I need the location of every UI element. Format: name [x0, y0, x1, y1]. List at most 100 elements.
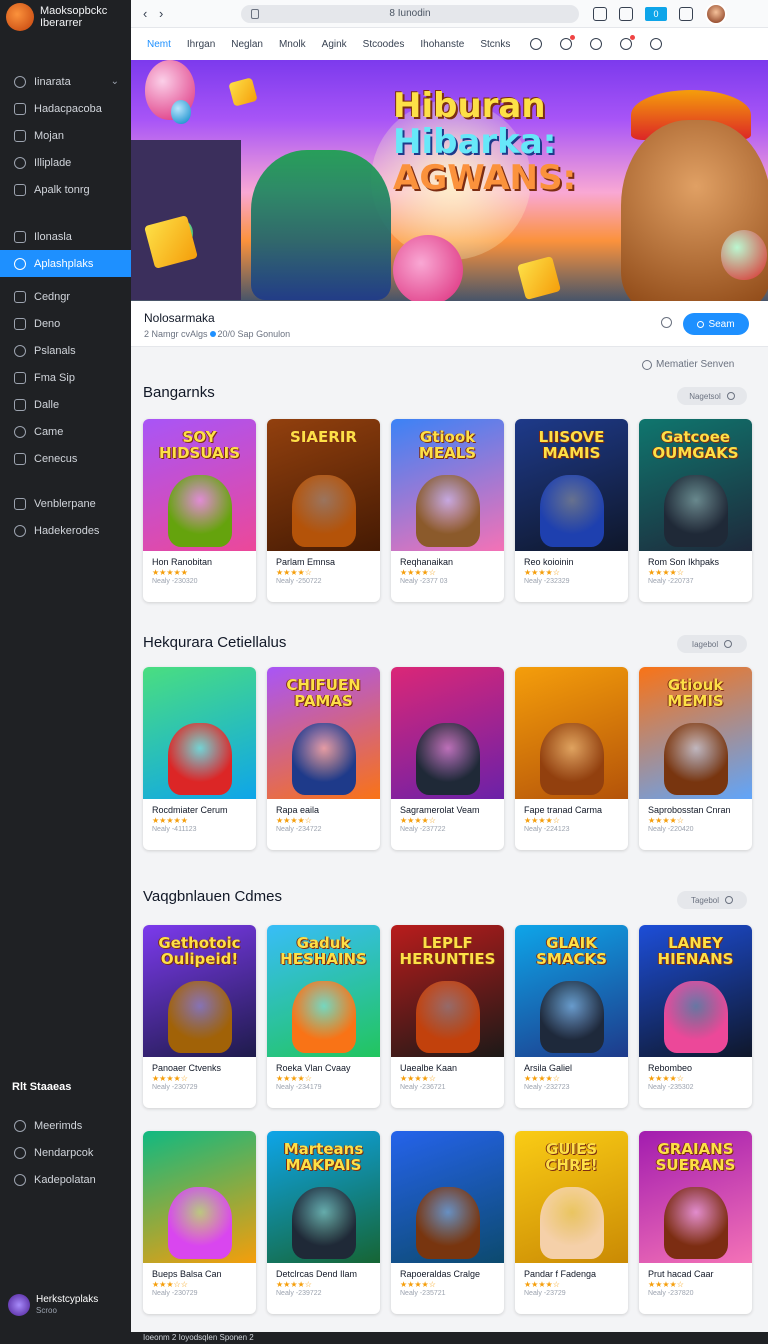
bars-icon: [14, 156, 26, 169]
window-icon[interactable]: [679, 6, 693, 21]
sidebar-item-4[interactable]: Apalk tonrg: [0, 176, 131, 203]
sidebar-item-6[interactable]: Aplashplaks: [0, 250, 131, 277]
game-card[interactable]: CHIFUEN PAMAS Rapa eaila ★★★★☆ Nealy -23472…: [267, 667, 380, 850]
tab-6[interactable]: Ihohanste: [412, 28, 472, 60]
tab-5[interactable]: Stcoodes: [355, 28, 413, 60]
grid-icon: [14, 497, 26, 510]
game-card[interactable]: Gtiook MEALS Reqhanaikan ★★★★☆ Nealy -2377 …: [391, 419, 504, 602]
game-card[interactable]: Fape tranad Carma ★★★★☆ Nealy -224123: [515, 667, 628, 850]
card-info: Prut hacad Caar ★★★★☆ Nealy -237820: [639, 1263, 752, 1314]
game-thumbnail: [391, 667, 504, 799]
sidebar-group-item-2[interactable]: Kadepolatan: [0, 1166, 131, 1193]
alert-icon[interactable]: [560, 35, 576, 50]
sidebar-item-2[interactable]: Mojan: [0, 122, 131, 149]
game-card[interactable]: GRAIANS SUERANS Prut hacad Caar ★★★★☆ Nealy…: [639, 1131, 752, 1314]
tab-4[interactable]: Agink: [314, 28, 355, 60]
hero-pink-bear: [393, 235, 463, 301]
see-all-label: Nagetsol: [689, 391, 721, 401]
tab-1[interactable]: Ihrgan: [179, 28, 223, 60]
tab-2[interactable]: Neglan: [223, 28, 271, 60]
game-card[interactable]: Gaduk HESHAINS Roeka Vlan Cvaay ★★★★☆ Nealy…: [267, 925, 380, 1108]
game-thumbnail: Gatcoee OUMGAKS: [639, 419, 752, 551]
address-bar[interactable]: 8 Iunodin: [241, 4, 579, 23]
list-icon: [14, 344, 26, 357]
rating-stars: ★★★★☆: [276, 1280, 312, 1289]
game-card[interactable]: GUIES CHRE! Pandar f Fadenga ★★★★☆ Nealy -2…: [515, 1131, 628, 1314]
tab-7[interactable]: Stcnks: [472, 28, 518, 60]
gamepad-icon: [14, 425, 26, 438]
sidebar-group: Rlt Staaeas Meerimds Nendarpcok Kadepolata…: [0, 1076, 131, 1193]
search-button[interactable]: Seam: [683, 313, 749, 335]
sidebar-item-12[interactable]: Came: [0, 418, 131, 445]
sidebar-item-9[interactable]: Pslanals: [0, 337, 131, 364]
info-title: Nolosarmaka: [144, 311, 215, 325]
game-card[interactable]: LEPLF HERUNTIES Uaealbe Kaan ★★★★☆ Nealy -2…: [391, 925, 504, 1108]
notification-badge[interactable]: 0: [645, 6, 667, 21]
game-character: [663, 723, 728, 795]
sidebar-item-3[interactable]: Illiplade: [0, 149, 131, 176]
sidebar-footer[interactable]: Herkstcyplaks Scroo: [8, 1294, 98, 1316]
user-icon[interactable]: [530, 38, 543, 50]
back-forward-buttons[interactable]: ‹ ›: [143, 6, 193, 21]
see-all-button[interactable]: Nagetsol: [677, 387, 747, 405]
chevron-down-icon[interactable]: ⌄: [111, 76, 119, 87]
share-icon[interactable]: [593, 6, 607, 21]
sidebar-item-13[interactable]: Cenecus: [0, 445, 131, 472]
card-info: Sagramerolat Veam ★★★★☆ Nealy -237722: [391, 799, 504, 850]
game-card[interactable]: Rapoeraldas Cralge ★★★★☆ Nealy -235721: [391, 1131, 504, 1314]
brand[interactable]: Maoksopbckc Iberarrer: [0, 0, 131, 34]
game-thumbnail: Gaduk HESHAINS: [267, 925, 380, 1057]
game-character: [167, 723, 232, 795]
refresh-icon[interactable]: [590, 38, 603, 50]
game-meta: Nealy -2377 03: [400, 578, 448, 585]
brand-text: Maoksopbckc Iberarrer: [40, 5, 107, 29]
game-logo-text: Gaduk HESHAINS: [280, 934, 367, 968]
game-card[interactable]: LIISOVE MAMIS Reo koioinin ★★★★☆ Nealy -232…: [515, 419, 628, 602]
game-card[interactable]: Marteans MAKPAIS Detclrcas Dend Ilam ★★★★☆…: [267, 1131, 380, 1314]
game-row: Bueps Balsa Can ★★★☆☆ Nealy -230729 Martean…: [143, 1131, 752, 1314]
game-card[interactable]: Bueps Balsa Can ★★★☆☆ Nealy -230729: [143, 1131, 256, 1314]
sidebar-item-10[interactable]: Fma Sip: [0, 364, 131, 391]
rating-stars: ★★★★☆: [648, 1280, 684, 1289]
sidebar-item-0[interactable]: Iinarata ⌄: [0, 68, 131, 95]
see-all-button[interactable]: Iagebol: [677, 635, 747, 653]
see-all-button[interactable]: Tagebol: [677, 891, 747, 909]
hero-title-line3: AGWANS:: [393, 158, 577, 198]
sidebar-item-5[interactable]: Ilonasla: [0, 223, 131, 250]
tab-0[interactable]: Nemt: [139, 28, 179, 60]
game-thumbnail: LEPLF HERUNTIES: [391, 925, 504, 1057]
avatar[interactable]: [705, 2, 727, 25]
sidebar-item-11[interactable]: Dalle: [0, 391, 131, 418]
sidebar-item-15[interactable]: Hadekerodes: [0, 517, 131, 544]
sidebar-item-8[interactable]: Deno: [0, 310, 131, 337]
game-card[interactable]: Gtiouk MEMIS Saprobosstan Cnran ★★★★☆ Nealy…: [639, 667, 752, 850]
sidebar-item-14[interactable]: Venblerpane: [0, 490, 131, 517]
card-info: Reo koioinin ★★★★☆ Nealy -232329: [515, 551, 628, 602]
sidebar-group-item-0[interactable]: Meerimds: [0, 1112, 131, 1139]
dice-icon: [228, 77, 258, 107]
sidebar-item-label: Pslanals: [34, 344, 76, 357]
tab-3[interactable]: Mnolk: [271, 28, 314, 60]
extensions-icon[interactable]: [619, 6, 633, 21]
search-icon[interactable]: [661, 317, 672, 328]
game-card[interactable]: LANEY HIENANS Rebombeo ★★★★☆ Nealy -235302: [639, 925, 752, 1108]
sidebar-item-1[interactable]: Hadacpacoba: [0, 95, 131, 122]
sidebar-item-7[interactable]: Cedngr: [0, 283, 131, 310]
sidebar-group-item-1[interactable]: Nendarpcok: [0, 1139, 131, 1166]
game-card[interactable]: SOY HIDSUAIS Hon Ranobitan ★★★★★ Nealy -230…: [143, 419, 256, 602]
game-card[interactable]: GLAIK SMACKS Arsila Galiel ★★★★☆ Nealy -232…: [515, 925, 628, 1108]
game-card[interactable]: Rocdmiater Cerum ★★★★★ Nealy -411123: [143, 667, 256, 850]
server-note[interactable]: Mematier Senven: [642, 359, 734, 370]
game-card[interactable]: Gatcoee OUMGAKS Rom Son Ikhpaks ★★★★☆ Nealy…: [639, 419, 752, 602]
game-card[interactable]: Gethotoic Oulipeid! Panoaer Ctvenks ★★★★☆ N…: [143, 925, 256, 1108]
game-card[interactable]: SIAERIR Parlam Emnsa ★★★★☆ Nealy -250722: [267, 419, 380, 602]
see-all-label: Tagebol: [690, 895, 720, 905]
game-logo-text: SIAERIR: [290, 428, 357, 446]
profile-icon[interactable]: [650, 38, 663, 50]
game-card[interactable]: Sagramerolat Veam ★★★★☆ Nealy -237722: [391, 667, 504, 850]
game-character: [663, 981, 728, 1053]
bag-icon[interactable]: [620, 35, 636, 50]
hero-banner[interactable]: Hiburan Hibarka: AGWANS:: [131, 60, 768, 301]
game-meta: Nealy -411123: [152, 826, 197, 833]
rating-stars: ★★★★☆: [524, 816, 560, 825]
